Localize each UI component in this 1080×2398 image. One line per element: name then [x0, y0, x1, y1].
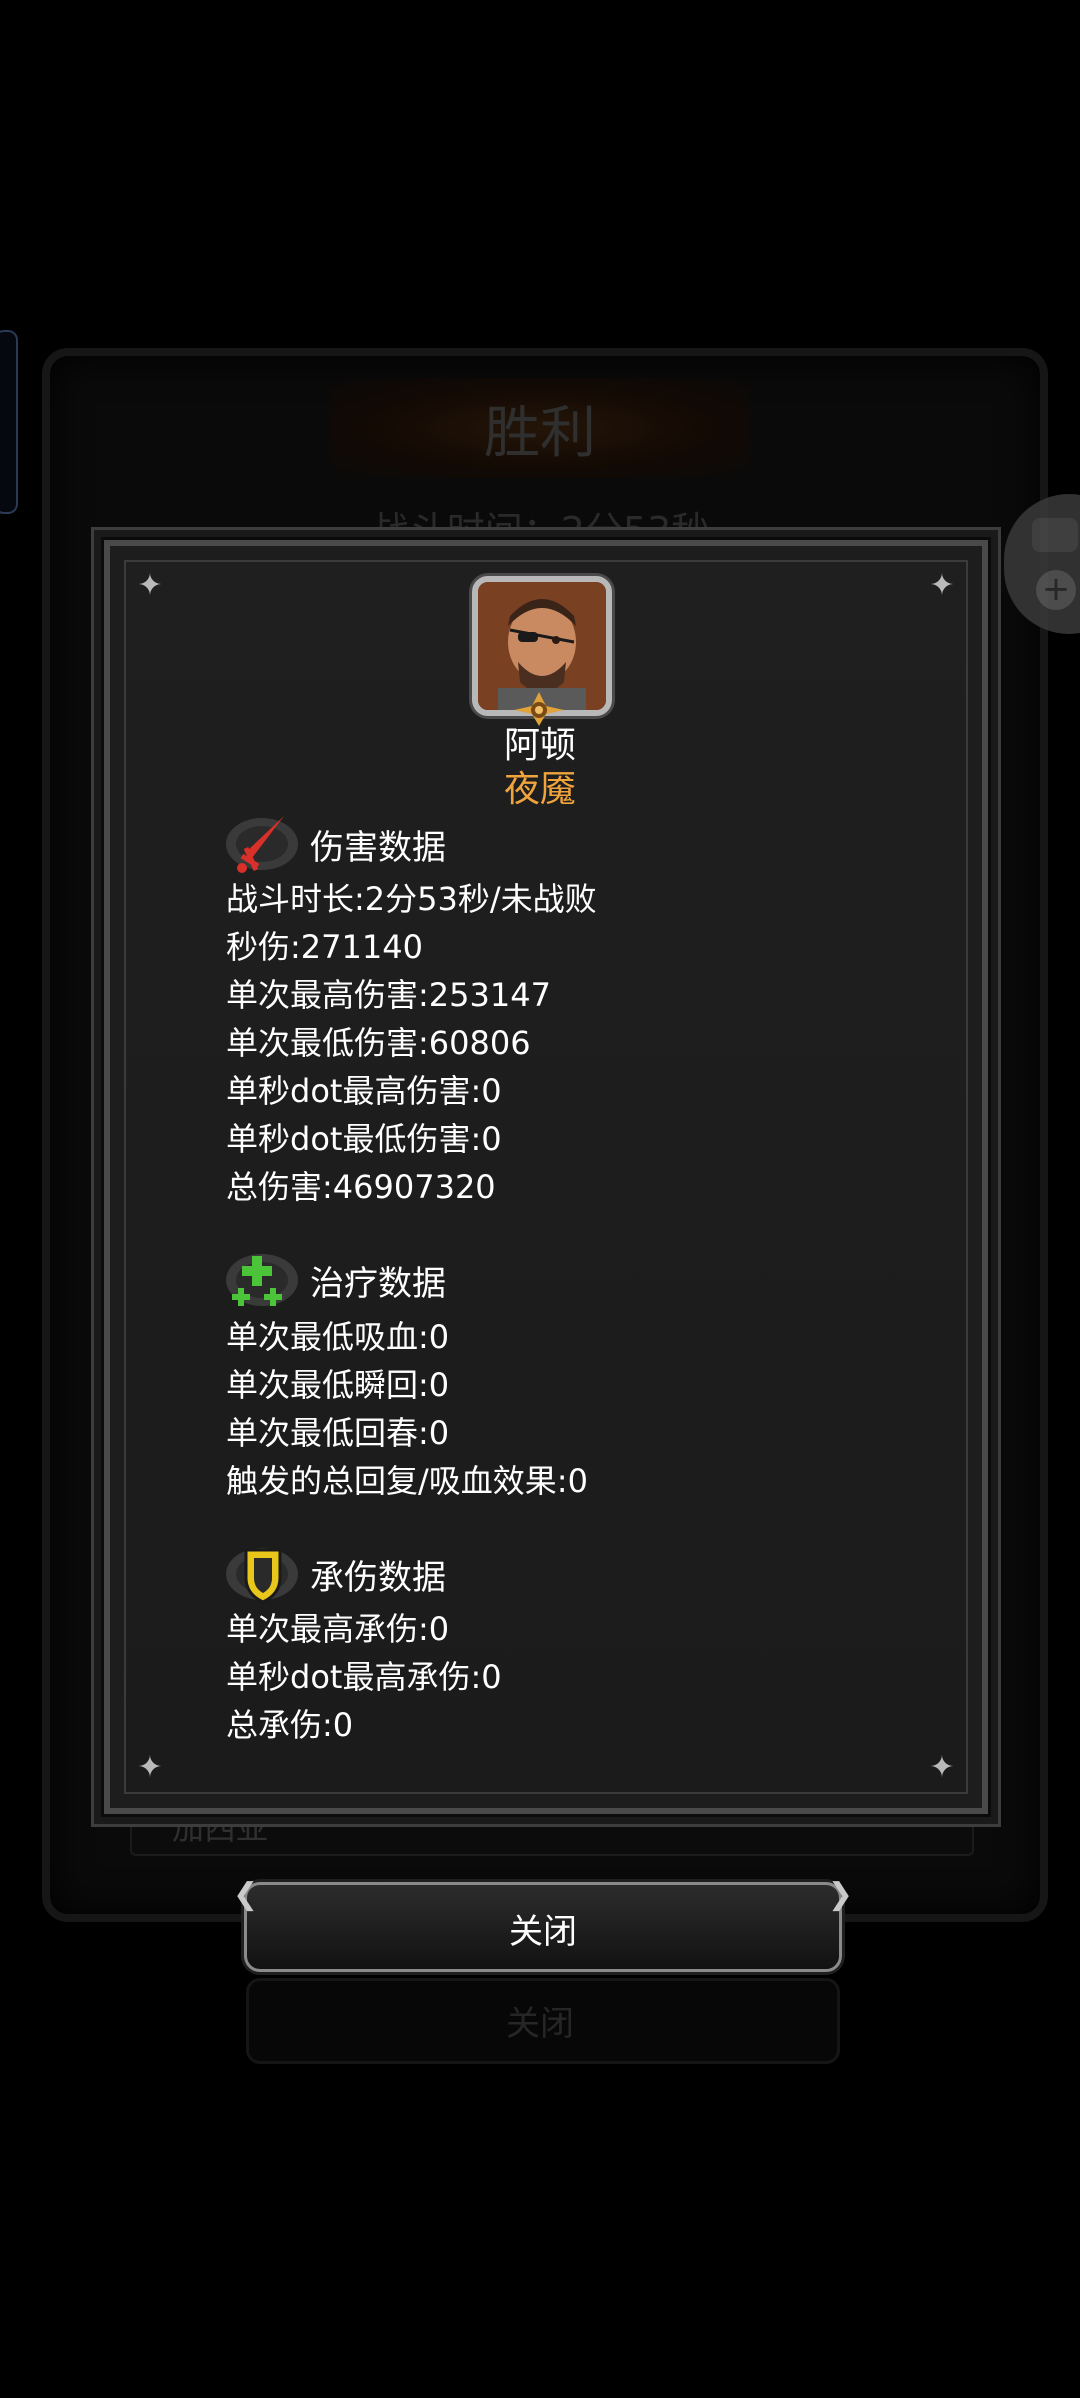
- screen: 胜利 战斗时间：2分53秒 加西亚 关闭 + ✦ ✦ ✦ ✦ 阿顿 夜魇 伤害数…: [0, 0, 1080, 2398]
- healing-stat-min-regen: 单次最低回春:0: [226, 1414, 450, 1452]
- close-button-label: 关闭: [509, 1912, 577, 1952]
- tanking-section-title: 承伤数据: [310, 1557, 446, 1598]
- tanking-stat-total-taken: 总承伤:0: [226, 1706, 354, 1744]
- corner-ornament-icon: ✦: [137, 568, 163, 603]
- healing-stat-total-recovery: 触发的总回复/吸血效果:0: [226, 1462, 588, 1500]
- damage-stat-total: 总伤害:46907320: [226, 1168, 496, 1206]
- assist-window-icon: [1032, 518, 1078, 552]
- background-close-label: 关闭: [506, 2004, 574, 2044]
- green-cross-icon: [226, 1254, 298, 1306]
- damage-section-header: 伤害数据: [222, 812, 446, 876]
- edge-pull-tab[interactable]: [0, 330, 18, 514]
- damage-stat-dot-max: 单秒dot最高伤害:0: [226, 1072, 502, 1110]
- yellow-shield-icon: [226, 1548, 298, 1604]
- hero-title: 夜魇: [503, 769, 576, 810]
- tanking-section-header: 承伤数据: [222, 1542, 446, 1606]
- tanking-stat-max-taken: 单次最高承伤:0: [226, 1610, 450, 1648]
- background-victory-title: 胜利: [484, 401, 596, 466]
- damage-stat-dps: 秒伤:271140: [226, 928, 423, 966]
- tanking-stat-dot-max-taken: 单秒dot最高承伤:0: [226, 1658, 502, 1696]
- damage-section-title: 伤害数据: [310, 827, 446, 868]
- damage-stat-duration: 战斗时长:2分53秒/未战败: [226, 880, 597, 918]
- damage-stat-dot-min: 单秒dot最低伤害:0: [226, 1120, 502, 1158]
- healing-stat-min-lifesteal: 单次最低吸血:0: [226, 1318, 450, 1356]
- healing-section-title: 治疗数据: [310, 1263, 446, 1304]
- damage-stat-min-hit: 单次最低伤害:60806: [226, 1024, 531, 1062]
- corner-ornament-icon: ✦: [137, 1750, 163, 1785]
- close-button[interactable]: ❮ ❯ 关闭: [233, 1877, 853, 1972]
- corner-ornament-icon: ✦: [929, 568, 955, 603]
- corner-ornament-icon: ✦: [929, 1750, 955, 1785]
- healing-stat-min-instant: 单次最低瞬回:0: [226, 1366, 450, 1404]
- plus-icon: +: [1036, 570, 1076, 610]
- damage-stat-max-hit: 单次最高伤害:253147: [226, 976, 551, 1014]
- red-sword-icon: [226, 816, 298, 873]
- healing-section-header: 治疗数据: [222, 1248, 446, 1312]
